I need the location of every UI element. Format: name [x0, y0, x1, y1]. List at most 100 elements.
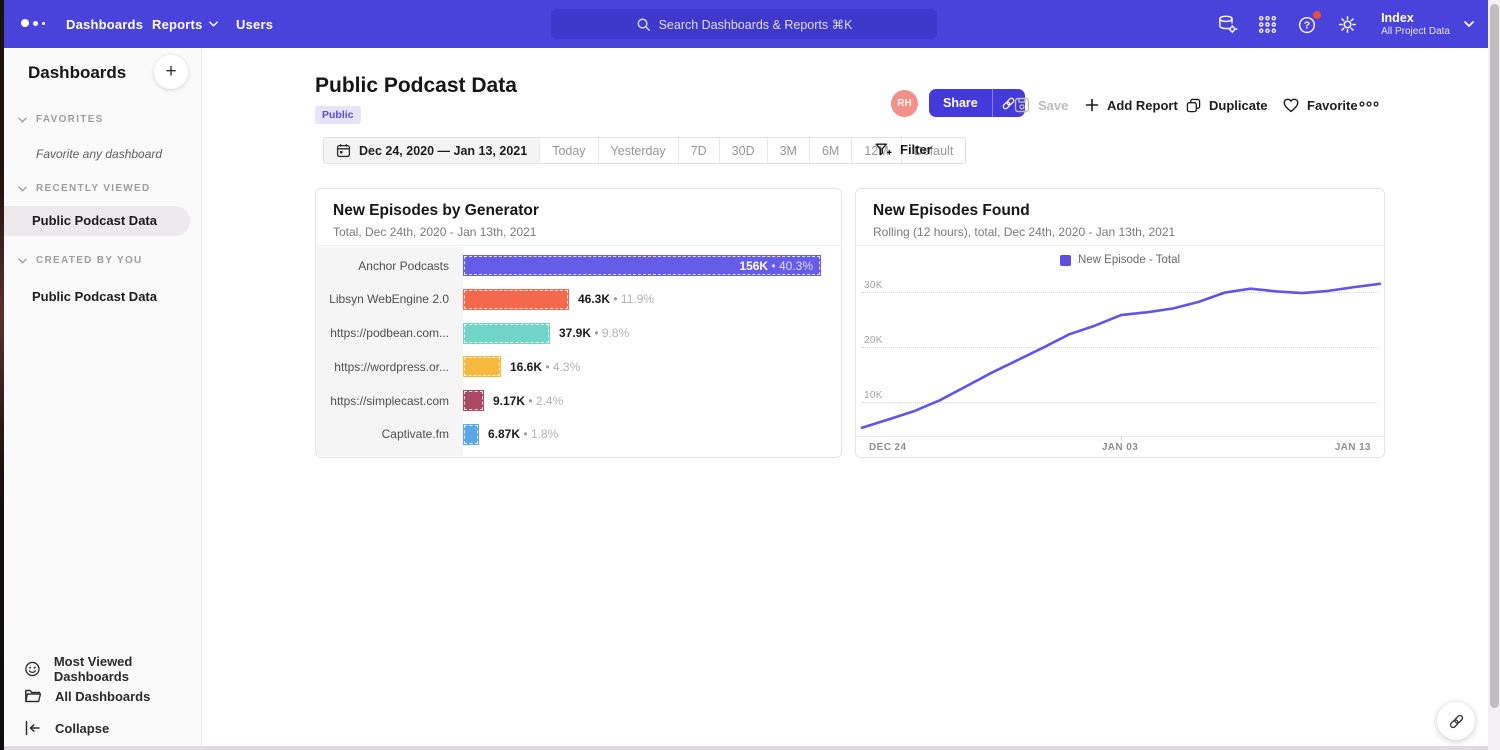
nav-item-users[interactable]: Users — [236, 0, 273, 48]
settings-gear-icon[interactable] — [1337, 14, 1358, 35]
most-viewed-dashboards-button[interactable]: Most Viewed Dashboards — [24, 654, 201, 684]
bar-category-label: https://podbean.com... — [316, 326, 463, 340]
bar-row: Anchor Podcasts 156K • 40.3% — [316, 255, 831, 276]
chart-subtitle: Total, Dec 24th, 2020 - Jan 13th, 2021 — [333, 225, 536, 239]
card-header: New Episodes Found Rolling (12 hours), t… — [856, 189, 1384, 246]
filter-button[interactable]: Filter — [875, 142, 932, 157]
search-icon — [636, 17, 651, 32]
bar-category-label: Anchor Podcasts — [316, 259, 463, 273]
collapse-icon — [24, 719, 42, 737]
top-nav: Dashboards Reports Users Search Dashboar… — [4, 0, 1488, 48]
avatar[interactable]: RH — [891, 90, 918, 117]
bar[interactable]: 156K • 40.3% — [463, 255, 821, 276]
save-label: Save — [1038, 98, 1068, 113]
ellipsis-icon — [1359, 101, 1379, 107]
sidebar-item-public-podcast-data[interactable]: Public Podcast Data — [32, 289, 157, 304]
heart-icon — [1283, 98, 1299, 113]
preset-7d[interactable]: 7D — [678, 138, 719, 163]
chevron-down-icon — [1464, 21, 1474, 27]
preset-3m[interactable]: 3M — [767, 138, 809, 163]
bar-value-label: 9.17K • 2.4% — [493, 394, 563, 408]
nav-label: Reports — [152, 17, 203, 32]
footer-label: All Dashboards — [55, 689, 150, 704]
chevron-down-icon — [18, 258, 27, 264]
bar-track: 16.6K • 4.3% — [463, 356, 831, 377]
sidebar-title: Dashboards — [28, 63, 126, 83]
app-logo-icon[interactable] — [21, 19, 45, 27]
add-dashboard-button[interactable]: + — [154, 55, 188, 89]
save-button[interactable]: Save — [1014, 96, 1068, 114]
line-chart[interactable] — [856, 273, 1386, 436]
nav-item-dashboards[interactable]: Dashboards — [66, 0, 143, 48]
favorite-button[interactable]: Favorite — [1283, 96, 1358, 114]
line-series-new-episode-total — [862, 284, 1380, 428]
section-label: FAVORITES — [36, 114, 104, 125]
section-label: CREATED BY YOU — [36, 255, 143, 266]
duplicate-button[interactable]: Duplicate — [1186, 96, 1268, 114]
help-icon[interactable]: ? — [1297, 14, 1318, 35]
bar[interactable] — [463, 356, 501, 377]
chart-legend: New Episode - Total — [856, 254, 1384, 266]
bar[interactable] — [463, 390, 484, 411]
search-input[interactable]: Search Dashboards & Reports ⌘K — [551, 9, 937, 39]
sidebar-item-public-podcast-data-selected[interactable]: Public Podcast Data — [4, 206, 190, 236]
chart-title: New Episodes Found — [873, 202, 1030, 220]
share-button[interactable]: Share — [929, 89, 992, 117]
filter-funnel-icon — [875, 143, 892, 156]
bar-track: 9.17K • 2.4% — [463, 390, 831, 411]
smiley-icon — [24, 660, 41, 678]
footer-label: Collapse — [55, 721, 109, 736]
date-range-picker[interactable]: Dec 24, 2020 — Jan 13, 2021 — [324, 138, 539, 163]
card-new-episodes-by-generator: New Episodes by Generator Total, Dec 24t… — [315, 188, 842, 458]
bar-track: 156K • 40.3% — [463, 255, 831, 276]
plus-icon — [1085, 98, 1099, 112]
chart-subtitle: Rolling (12 hours), total, Dec 24th, 202… — [873, 225, 1175, 239]
data-sources-icon[interactable] — [1217, 14, 1238, 35]
bar-category-label: https://simplecast.com — [316, 394, 463, 408]
plus-icon: + — [165, 61, 176, 83]
link-icon — [1448, 713, 1465, 730]
bar-category-label: https://wordpress.or... — [316, 360, 463, 374]
bar-value-label: 46.3K • 11.9% — [578, 292, 654, 306]
favorite-label: Favorite — [1307, 98, 1358, 113]
all-dashboards-button[interactable]: All Dashboards — [24, 687, 150, 705]
workspace-selector[interactable]: Index All Project Data — [1381, 11, 1474, 38]
page-title: Public Podcast Data — [315, 74, 517, 98]
section-favorites[interactable]: FAVORITES — [18, 114, 104, 125]
bar[interactable] — [463, 289, 569, 310]
preset-6m[interactable]: 6M — [809, 138, 851, 163]
section-created-by-you[interactable]: CREATED BY YOU — [18, 255, 143, 266]
bar-track: 37.9K • 9.8% — [463, 323, 831, 344]
bar[interactable] — [463, 424, 479, 445]
floating-share-link-button[interactable] — [1437, 702, 1475, 740]
bar-row: Libsyn WebEngine 2.0 46.3K • 11.9% — [316, 289, 831, 310]
date-range-bar: Dec 24, 2020 — Jan 13, 2021 Today Yester… — [323, 137, 966, 164]
workspace-name: Index — [1381, 11, 1450, 27]
main-content: Public Podcast Data Public RH Share Save… — [202, 48, 1488, 746]
more-options-button[interactable] — [1359, 101, 1379, 107]
date-range-value: Dec 24, 2020 — Jan 13, 2021 — [359, 144, 527, 158]
bar-chart: Anchor Podcasts 156K • 40.3% Libsyn WebEng… — [316, 255, 831, 445]
bar-category-label: Libsyn WebEngine 2.0 — [316, 292, 463, 306]
section-recently-viewed[interactable]: RECENTLY VIEWED — [18, 183, 151, 194]
bar-row: https://podbean.com...37.9K • 9.8% — [316, 323, 831, 344]
bar-value-label: 6.87K • 1.8% — [488, 427, 558, 441]
favorites-empty-hint: Favorite any dashboard — [36, 147, 162, 161]
preset-30d[interactable]: 30D — [719, 138, 767, 163]
legend-label: New Episode - Total — [1078, 254, 1180, 266]
nav-item-reports[interactable]: Reports — [152, 0, 218, 48]
footer-label: Most Viewed Dashboards — [54, 654, 201, 684]
collapse-sidebar-button[interactable]: Collapse — [24, 719, 109, 737]
preset-today[interactable]: Today — [539, 138, 597, 163]
sidebar: Dashboards + FAVORITES Favorite any dash… — [4, 48, 202, 746]
apps-grid-icon[interactable] — [1257, 14, 1278, 35]
bar[interactable] — [463, 323, 550, 344]
nav-label: Dashboards — [66, 17, 143, 32]
bar-value-label: 156K • 40.3% — [739, 259, 813, 273]
add-report-button[interactable]: Add Report — [1085, 96, 1178, 114]
scrollbar-thumb[interactable] — [1490, 4, 1499, 708]
preset-yesterday[interactable]: Yesterday — [598, 138, 678, 163]
workspace-scope: All Project Data — [1381, 26, 1450, 37]
chevron-down-icon — [209, 21, 218, 27]
x-tick-jan-13: JAN 13 — [1335, 442, 1371, 453]
